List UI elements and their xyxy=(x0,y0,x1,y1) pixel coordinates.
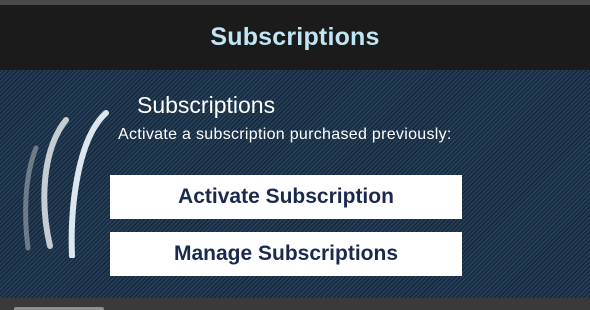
title-bar: Subscriptions xyxy=(0,5,590,70)
section-heading: Subscriptions xyxy=(137,92,276,118)
subscriptions-panel: Subscriptions Activate a subscription pu… xyxy=(0,70,590,298)
wave-logo-icon xyxy=(23,110,109,258)
manage-subscriptions-button[interactable]: Manage Subscriptions xyxy=(110,232,462,276)
activate-subscription-button[interactable]: Activate Subscription xyxy=(110,175,462,219)
manage-subscriptions-label: Manage Subscriptions xyxy=(173,242,399,265)
activate-subscription-label: Activate Subscription xyxy=(178,185,394,208)
description-text: Activate a subscription purchased previo… xyxy=(118,126,452,143)
page-title: Subscriptions xyxy=(210,23,380,51)
